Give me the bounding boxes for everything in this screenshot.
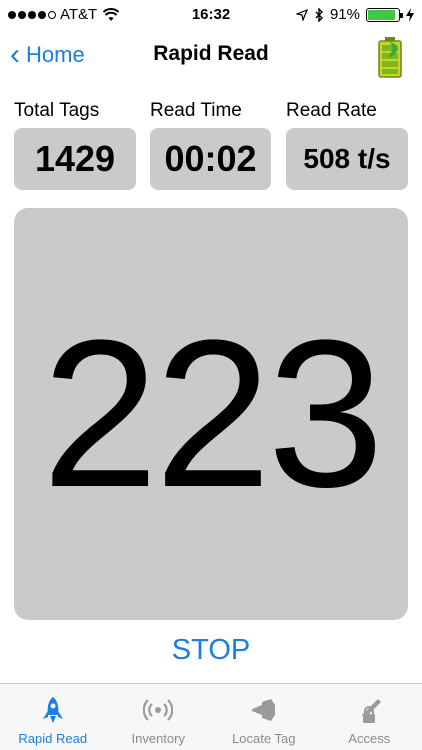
unique-tag-counter: 223 — [14, 208, 408, 620]
read-rate-stat: Read Rate 508 t/s — [286, 100, 408, 190]
tab-bar: Rapid Read Inventory Locate Tag Access — [0, 683, 422, 750]
tab-label: Locate Tag — [232, 731, 296, 746]
tab-rapid-read[interactable]: Rapid Read — [0, 684, 106, 750]
lock-pen-icon — [362, 699, 382, 723]
charging-bolt-icon — [406, 7, 414, 22]
battery-icon — [366, 7, 403, 22]
stop-button[interactable]: STOP — [0, 634, 422, 667]
tab-label: Rapid Read — [18, 731, 88, 746]
status-right: 91% — [295, 6, 414, 23]
tab-locate-tag[interactable]: Locate Tag — [211, 684, 317, 750]
reader-battery-icon[interactable] — [376, 36, 404, 78]
total-tags-stat: Total Tags 1429 — [14, 100, 136, 190]
navigation-bar: ‹ Home Rapid Read — [0, 30, 422, 84]
tab-label: Access — [348, 731, 391, 746]
read-rate-label: Read Rate — [286, 100, 377, 121]
read-time-stat: Read Time 00:02 — [150, 100, 271, 190]
total-tags-value: 1429 — [14, 128, 136, 190]
total-tags-label: Total Tags — [14, 100, 100, 121]
rfid-signal-icon — [143, 699, 174, 721]
read-rate-value: 508 t/s — [286, 128, 408, 190]
bluetooth-icon — [315, 7, 323, 22]
tab-access[interactable]: Access — [317, 684, 422, 750]
location-arrow-icon — [295, 8, 308, 21]
read-time-label: Read Time — [150, 100, 242, 121]
tab-inventory[interactable]: Inventory — [106, 684, 212, 750]
battery-percent: 91% — [329, 6, 360, 23]
rocket-icon — [42, 697, 63, 723]
tab-label: Inventory — [131, 731, 185, 746]
status-bar: AT&T 16:32 91% — [0, 0, 422, 30]
flashlight-icon — [251, 699, 275, 721]
page-title: Rapid Read — [153, 42, 269, 65]
read-time-value: 00:02 — [150, 128, 271, 190]
